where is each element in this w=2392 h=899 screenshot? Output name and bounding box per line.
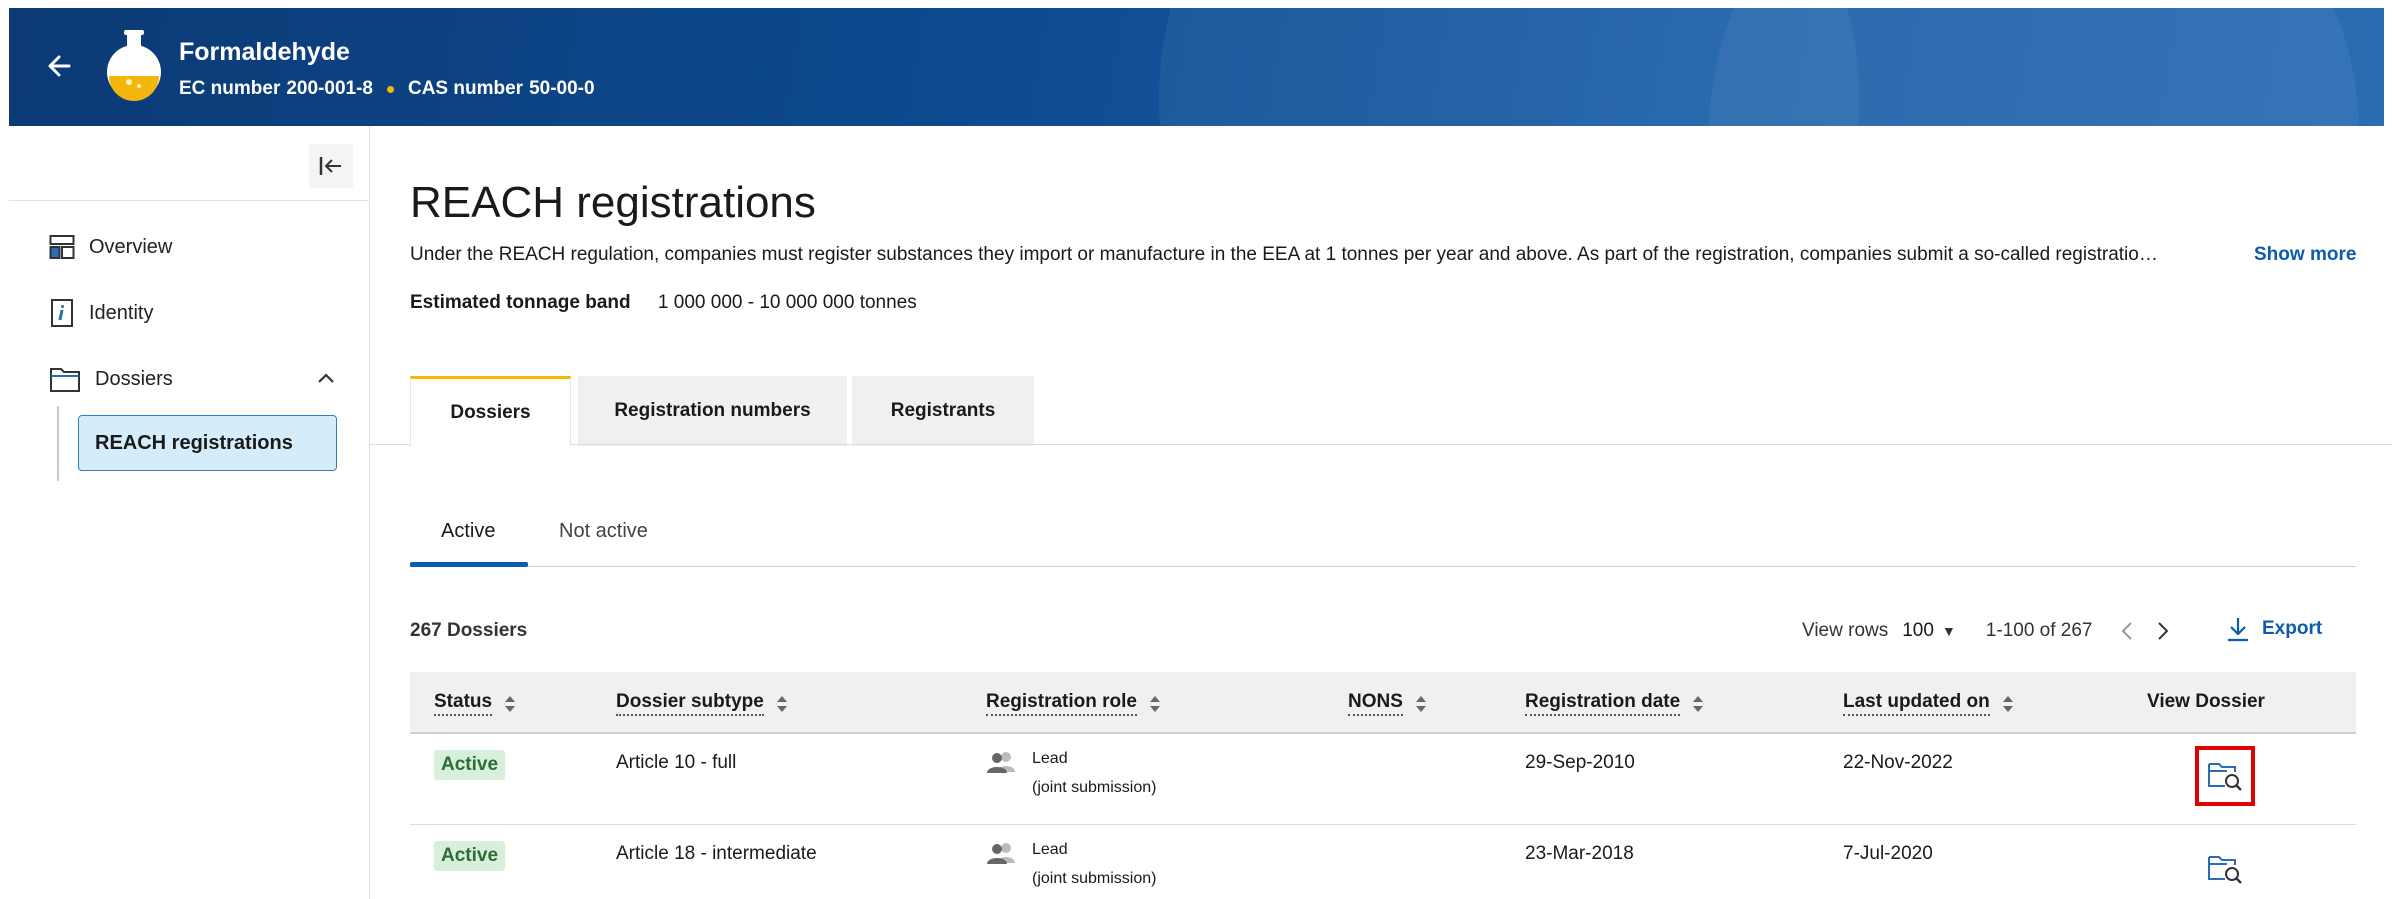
people-icon (987, 752, 1015, 773)
folder-search-icon (2208, 856, 2242, 884)
export-label: Export (2262, 618, 2323, 639)
intro-text: Under the REACH regulation, companies mu… (410, 244, 2158, 265)
sidebar-item-overview[interactable]: Overview (49, 232, 172, 262)
column-header-last-updated[interactable]: Last updated on (1843, 691, 2014, 716)
registration-date: 23-Mar-2018 (1525, 843, 1634, 864)
subtab-active-indicator (410, 562, 528, 567)
view-dossier-button[interactable] (2195, 746, 2255, 806)
cas-number-value: 50-00-0 (529, 78, 595, 99)
back-arrow-icon[interactable] (39, 44, 83, 88)
download-icon (2228, 618, 2248, 642)
export-button[interactable]: Export (2226, 616, 2322, 642)
chevron-up-icon[interactable] (311, 364, 341, 394)
sidebar-item-label: Identity (89, 301, 154, 324)
role-title: Lead (1032, 841, 1068, 858)
sidebar-item-label: Overview (89, 235, 173, 258)
sidebar-item-dossiers[interactable]: Dossiers (49, 364, 173, 394)
sort-icon (1149, 695, 1160, 712)
subtabs-baseline (410, 566, 2356, 567)
chevron-left-icon (2121, 622, 2132, 640)
sort-icon (505, 695, 516, 712)
chevron-right-icon (2157, 622, 2168, 640)
registration-date: 29-Sep-2010 (1525, 752, 1635, 773)
column-header-registration-role[interactable]: Registration role (986, 691, 1161, 716)
next-page-button[interactable] (2153, 618, 2173, 644)
header-decoration (1709, 8, 2359, 126)
page-title: REACH registrations (410, 178, 816, 227)
tonnage-label: Estimated tonnage band (410, 292, 631, 313)
role-detail: (joint submission) (1032, 870, 1157, 887)
show-more-link[interactable]: Show more (2254, 244, 2356, 266)
overview-icon (49, 232, 75, 262)
collapse-sidebar-button[interactable] (309, 144, 353, 188)
separator-dot (386, 85, 394, 93)
identity-icon (49, 298, 75, 328)
column-label: NONS (1348, 691, 1403, 716)
column-label: Last updated on (1843, 691, 1990, 716)
ec-number-value: 200-001-8 (286, 78, 373, 99)
previous-page-button[interactable] (2117, 618, 2137, 644)
column-header-registration-date[interactable]: Registration date (1525, 691, 1704, 716)
sort-icon (2002, 695, 2013, 712)
tab-registrants[interactable]: Registrants (852, 376, 1034, 446)
role-detail: (joint submission) (1032, 779, 1157, 796)
tabs-baseline (370, 444, 2392, 445)
column-header-view-dossier: View Dossier (2147, 691, 2265, 713)
substance-header: Formaldehyde EC number 200-001-8 CAS num… (9, 8, 2384, 126)
column-label: Registration date (1525, 691, 1681, 716)
last-updated: 22-Nov-2022 (1843, 752, 1953, 773)
pagination: View rows 100 ▼ 1-100 of 267 (1802, 618, 2173, 644)
folder-search-icon (2208, 763, 2242, 791)
last-updated: 7-Jul-2020 (1843, 843, 1933, 864)
sidebar-divider (9, 200, 370, 201)
tonnage-band: Estimated tonnage band 1 000 000 - 10 00… (410, 292, 917, 314)
view-dossier-button[interactable] (2195, 839, 2255, 899)
sort-icon (776, 695, 787, 712)
substance-name: Formaldehyde (179, 38, 350, 66)
column-label: Registration role (986, 691, 1137, 716)
status-badge: Active (434, 750, 506, 780)
column-label: View Dossier (2147, 691, 2265, 712)
collapse-icon (319, 157, 341, 175)
subtab-not-active[interactable]: Not active (559, 520, 648, 543)
view-rows-label: View rows (1802, 620, 1889, 641)
caret-down-icon[interactable]: ▼ (1942, 623, 1956, 639)
rows-per-page-select[interactable]: 100 (1902, 620, 1934, 642)
column-label: Dossier subtype (616, 691, 764, 716)
main-content: REACH registrations Under the REACH regu… (370, 126, 2392, 899)
tab-dossiers[interactable]: Dossiers (410, 376, 571, 446)
dossier-subtype: Article 18 - intermediate (616, 843, 817, 864)
sidebar-item-label: Dossiers (95, 367, 173, 390)
column-header-status[interactable]: Status (434, 691, 516, 716)
sidebar: Overview Identity Dossiers REACH registr… (9, 126, 370, 899)
sort-icon (1415, 695, 1426, 712)
dossier-subtype: Article 10 - full (616, 752, 737, 773)
dossier-count: 267 Dossiers (410, 620, 528, 641)
cas-number-label: CAS number (407, 78, 524, 99)
tab-registration-numbers[interactable]: Registration numbers (578, 376, 847, 446)
people-icon (987, 843, 1015, 864)
column-label: Status (434, 691, 493, 716)
dossiers-table: Status Dossier subtype Registration role… (410, 672, 2356, 899)
substance-identifiers: EC number 200-001-8 CAS number 50-00-0 (179, 78, 595, 100)
column-header-nons[interactable]: NONS (1348, 691, 1427, 716)
column-header-dossier-subtype[interactable]: Dossier subtype (616, 691, 788, 716)
submenu-guide-line (57, 406, 59, 481)
page-range: 1-100 of 267 (1985, 620, 2093, 641)
flask-icon (107, 30, 161, 101)
registration-role: Lead (joint submission) (986, 841, 1156, 893)
folder-icon (49, 364, 81, 394)
sort-icon (1693, 695, 1704, 712)
table-row: Active Article 10 - full Lead (joint sub… (410, 734, 2356, 825)
table-row: Active Article 18 - intermediate Lead (j… (410, 825, 2356, 899)
subtab-active[interactable]: Active (441, 520, 495, 543)
table-header: Status Dossier subtype Registration role… (410, 672, 2356, 734)
status-badge: Active (434, 841, 506, 871)
sidebar-subitem-reach-registrations[interactable]: REACH registrations (78, 415, 337, 471)
tonnage-value: 1 000 000 - 10 000 000 tonnes (657, 292, 917, 313)
role-title: Lead (1032, 750, 1068, 767)
ec-number-label: EC number (179, 78, 281, 99)
registration-role: Lead (joint submission) (986, 750, 1156, 802)
sidebar-item-identity[interactable]: Identity (49, 298, 153, 328)
